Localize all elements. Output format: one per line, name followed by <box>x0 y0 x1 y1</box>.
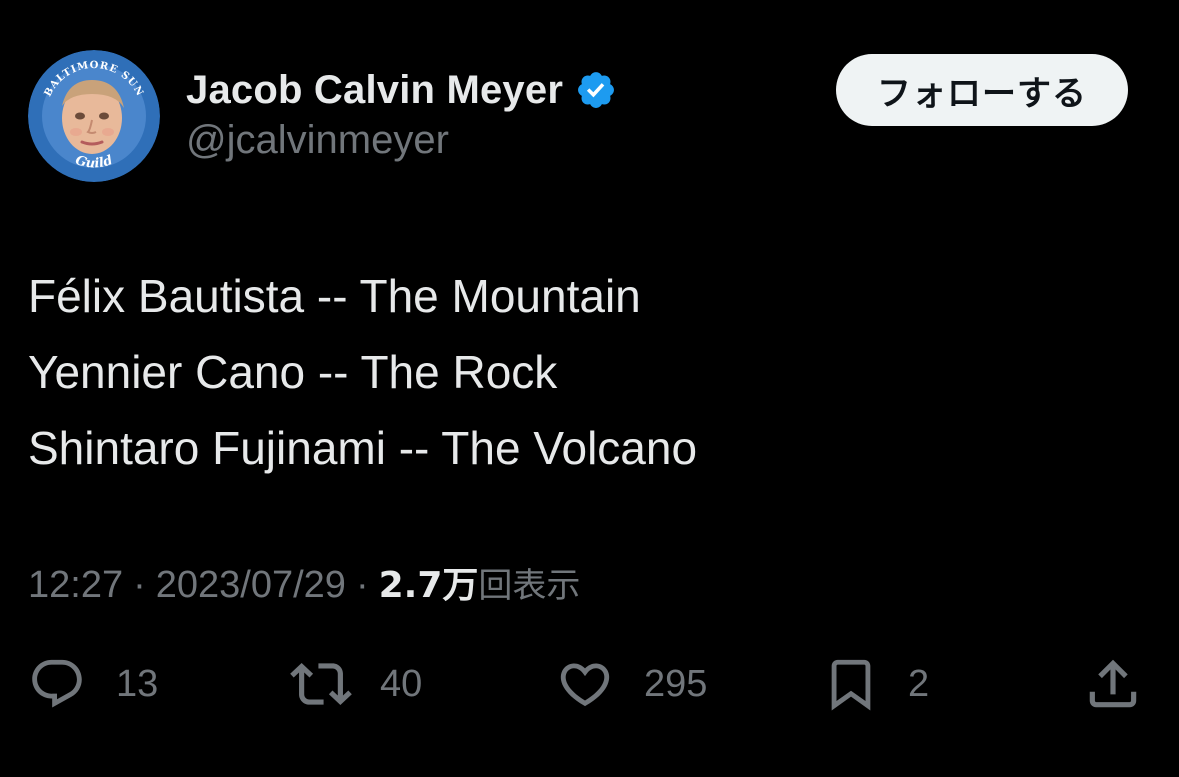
tweet-text: Félix Bautista -- The Mountain Yennier C… <box>28 258 1148 486</box>
repost-icon <box>290 663 352 705</box>
action-bar: 13 40 295 2 <box>0 648 1179 720</box>
repost-count: 40 <box>380 662 423 705</box>
like-button[interactable]: 295 <box>556 648 707 720</box>
tweet-line: Félix Bautista -- The Mountain <box>28 270 641 322</box>
share-icon <box>1089 659 1137 708</box>
heart-icon <box>560 663 610 707</box>
author-display-name[interactable]: Jacob Calvin Meyer <box>186 68 563 113</box>
tweet-date[interactable]: 2023/07/29 <box>156 564 346 607</box>
reply-count: 13 <box>116 662 159 705</box>
name-row: Jacob Calvin Meyer <box>186 64 617 116</box>
follow-button[interactable]: フォローする <box>836 54 1128 126</box>
repost-button[interactable]: 40 <box>290 648 422 720</box>
views-label: 回表示 <box>478 566 581 606</box>
bookmark-count: 2 <box>908 662 930 705</box>
reply-icon <box>32 659 82 708</box>
meta-separator: · <box>355 564 369 606</box>
reply-button[interactable]: 13 <box>28 648 158 720</box>
tweet-time[interactable]: 12:27 <box>28 564 123 607</box>
share-button[interactable] <box>1082 648 1144 720</box>
verified-badge-icon[interactable] <box>575 69 617 111</box>
tweet-meta: 12:27 · 2023/07/29 · 2.7万 回表示 <box>28 556 580 608</box>
bookmark-icon <box>831 659 871 711</box>
author-block: Jacob Calvin Meyer @jcalvinmeyer <box>186 64 617 163</box>
views-count[interactable]: 2.7万 <box>379 556 479 608</box>
author-handle[interactable]: @jcalvinmeyer <box>186 118 617 163</box>
bookmark-button[interactable]: 2 <box>822 648 929 720</box>
tweet-line: Yennier Cano -- The Rock <box>28 346 558 398</box>
tweet-line: Shintaro Fujinami -- The Volcano <box>28 422 698 474</box>
author-avatar[interactable]: BALTIMORE SUN Guild <box>28 50 160 182</box>
avatar-image: BALTIMORE SUN Guild <box>28 50 160 182</box>
like-count: 295 <box>644 662 708 705</box>
meta-separator: · <box>133 564 146 606</box>
